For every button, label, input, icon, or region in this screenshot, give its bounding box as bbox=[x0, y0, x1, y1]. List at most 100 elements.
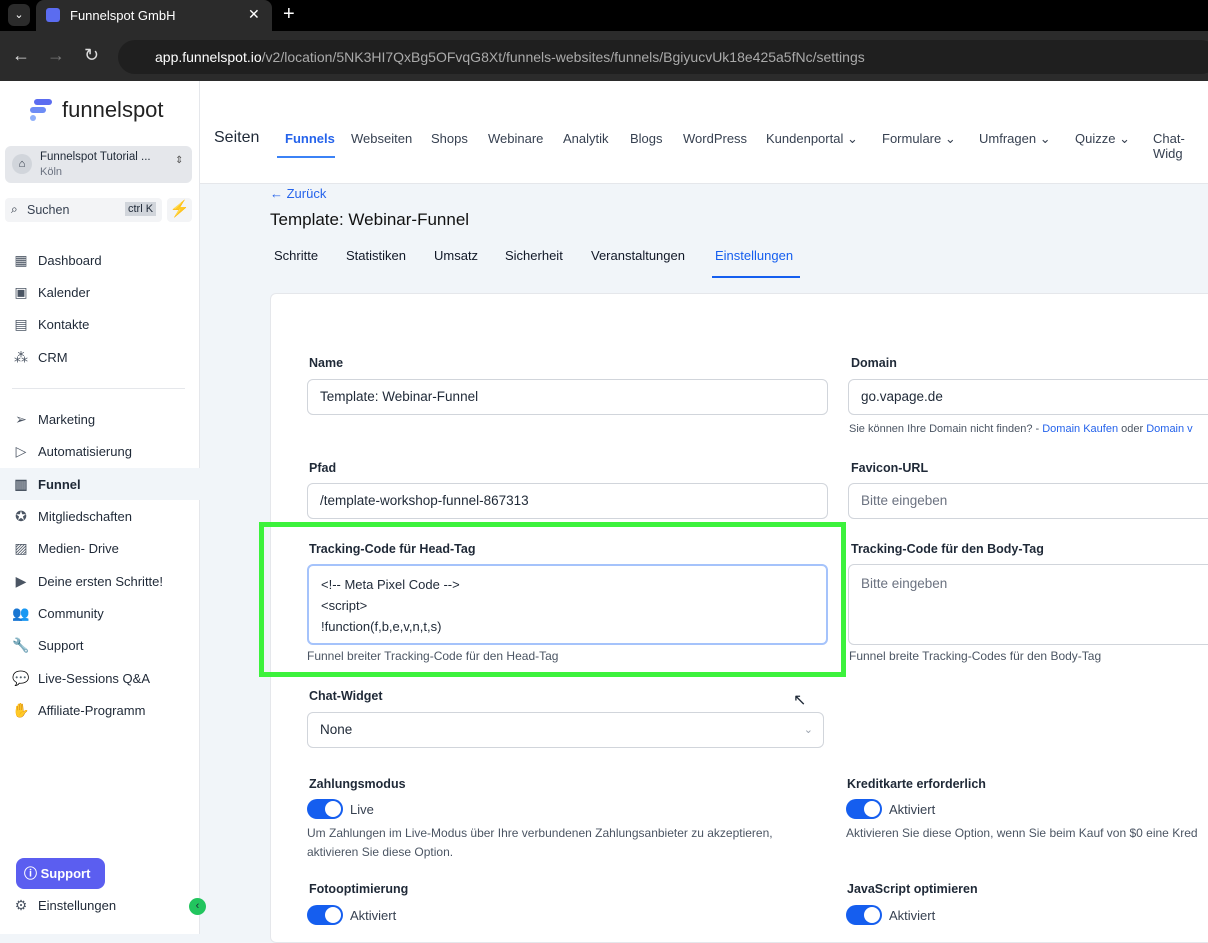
section-title: Seiten bbox=[214, 129, 260, 146]
body-tracking-textarea[interactable]: Bitte eingeben bbox=[848, 564, 1208, 645]
sidebar-item-dashboard[interactable]: ▦ Dashboard bbox=[0, 244, 200, 276]
topnav-tab-umfragen[interactable]: Umfragen ⌄ bbox=[979, 131, 1051, 147]
account-city: Köln bbox=[40, 166, 63, 178]
grid-icon: ▦ bbox=[14, 251, 28, 268]
automation-icon: ▷ bbox=[15, 442, 27, 459]
tab-einstellungen[interactable]: Einstellungen bbox=[715, 248, 793, 263]
topnav-tab-label: Chat-Widg bbox=[1153, 131, 1185, 161]
sidebar-item-label: Dashboard bbox=[38, 252, 102, 268]
js-optimization-value: Aktiviert bbox=[889, 908, 936, 923]
logo: funnelspot bbox=[62, 97, 164, 122]
badge-icon: ✪ bbox=[15, 507, 27, 524]
topnav-tab-label: Formulare bbox=[882, 131, 942, 146]
code-line: <script> bbox=[321, 598, 368, 613]
buy-domain-link[interactable]: Domain Kaufen bbox=[1042, 423, 1118, 435]
topnav-tab-chat-widg[interactable]: Chat-Widg bbox=[1153, 131, 1208, 161]
tab-title: Funnelspot GmbH bbox=[70, 8, 176, 23]
sidebar-item-medien-drive[interactable]: ▨ Medien- Drive bbox=[0, 532, 200, 564]
tab-umsatz[interactable]: Umsatz bbox=[434, 248, 478, 263]
topnav-tab-label: Analytik bbox=[563, 131, 609, 146]
payment-mode-toggle[interactable] bbox=[307, 799, 343, 819]
sidebar-item-label: Deine ersten Schritte! bbox=[38, 573, 164, 589]
sidebar-item-label: Mitgliedschaften bbox=[38, 508, 132, 524]
topnav-tab-shops[interactable]: Shops bbox=[431, 131, 468, 146]
sidebar-item-live-sessions-q-a[interactable]: 💬 Live-Sessions Q&A bbox=[0, 662, 200, 694]
path-input[interactable]: /template-workshop-funnel-867313 bbox=[307, 483, 828, 519]
name-label: Name bbox=[309, 356, 344, 370]
location-icon: ⌂ bbox=[12, 154, 32, 174]
topnav-tab-label: Kundenportal bbox=[766, 131, 844, 146]
topnav-tab-webseiten[interactable]: Webseiten bbox=[351, 131, 412, 146]
topnav-tab-label: Blogs bbox=[630, 131, 663, 146]
contacts-icon: ▤ bbox=[14, 315, 28, 332]
credit-card-help: Aktivieren Sie diese Option, wenn Sie be… bbox=[846, 826, 1198, 840]
reload-icon[interactable]: ↻ bbox=[84, 45, 99, 66]
sidebar: funnelspot ⌂ Funnelspot Tutorial ... Köl… bbox=[0, 81, 206, 934]
topnav-tab-webinare[interactable]: Webinare bbox=[488, 131, 543, 146]
send-icon: ➢ bbox=[15, 410, 27, 427]
topnav-tab-formulare[interactable]: Formulare ⌄ bbox=[882, 131, 956, 147]
support-button[interactable]: ⓘ Support bbox=[16, 858, 105, 889]
sidebar-item-label: Funnel bbox=[38, 476, 81, 492]
favicon-input[interactable]: Bitte eingeben bbox=[848, 483, 1208, 519]
search-button[interactable]: ⌕ Suchen ctrl K bbox=[5, 198, 162, 222]
account-switcher[interactable]: ⌂ Funnelspot Tutorial ... Köln ⇕ bbox=[5, 146, 192, 183]
sidebar-item-affiliate-programm[interactable]: ✋ Affiliate-Programm bbox=[0, 694, 200, 726]
collapse-sidebar-icon[interactable]: ‹ bbox=[189, 898, 206, 915]
sidebar-item-kontakte[interactable]: ▤ Kontakte bbox=[0, 308, 200, 340]
domain-link[interactable]: Domain v bbox=[1146, 423, 1192, 435]
sidebar-item-kalender[interactable]: ▣ Kalender bbox=[0, 276, 200, 308]
payment-mode-help: Um Zahlungen im Live-Modus über Ihre ver… bbox=[307, 826, 773, 840]
back-icon[interactable]: ← bbox=[12, 45, 30, 66]
sidebar-item-marketing[interactable]: ➢ Marketing bbox=[0, 403, 200, 435]
close-tab-icon[interactable]: ✕ bbox=[248, 6, 260, 23]
sidebar-item-label: Automatisierung bbox=[38, 443, 132, 459]
name-input[interactable]: Template: Webinar-Funnel bbox=[307, 379, 828, 415]
js-optimization-toggle[interactable] bbox=[846, 905, 882, 925]
new-tab-button[interactable]: + bbox=[283, 3, 295, 26]
tab-schritte[interactable]: Schritte bbox=[274, 248, 318, 263]
topnav-tab-label: WordPress bbox=[683, 131, 748, 146]
topnav-tab-label: Webinare bbox=[488, 131, 544, 146]
active-tab-underline bbox=[277, 156, 335, 158]
sidebar-item-deine-ersten-schritte-[interactable]: ▶ Deine ersten Schritte! bbox=[0, 565, 200, 597]
domain-select[interactable]: go.vapage.de bbox=[848, 379, 1208, 415]
chat-widget-select[interactable]: None ⌄ bbox=[307, 712, 824, 748]
quick-action-icon[interactable]: ⚡ bbox=[167, 198, 192, 222]
tab-statistiken[interactable]: Statistiken bbox=[346, 248, 406, 263]
support-label: Support bbox=[40, 866, 91, 881]
photo-optimization-toggle[interactable] bbox=[307, 905, 343, 925]
chevron-down-icon: ⌄ bbox=[944, 131, 956, 146]
topnav-tab-blogs[interactable]: Blogs bbox=[630, 131, 663, 146]
search-icon: ⌕ bbox=[11, 202, 18, 216]
sidebar-item-mitgliedschaften[interactable]: ✪ Mitgliedschaften bbox=[0, 500, 200, 532]
tab-list-button[interactable]: ⌄ bbox=[8, 4, 30, 26]
topnav-tab-kundenportal[interactable]: Kundenportal ⌄ bbox=[766, 131, 858, 147]
tab-sicherheit[interactable]: Sicherheit bbox=[505, 248, 563, 263]
topnav-tab-funnels[interactable]: Funnels bbox=[285, 131, 335, 146]
browser-tab[interactable]: Funnelspot GmbH ✕ bbox=[36, 0, 272, 31]
chat-widget-value: None bbox=[320, 722, 353, 737]
sidebar-item-funnel[interactable]: ▥ Funnel bbox=[0, 468, 200, 500]
topnav-tab-label: Umfragen bbox=[979, 131, 1037, 146]
head-tracking-textarea[interactable]: <!-- Meta Pixel Code --> <script> !funct… bbox=[307, 564, 828, 645]
sidebar-item-support[interactable]: 🔧 Support bbox=[0, 629, 200, 661]
address-bar[interactable]: app.funnelspot.io/v2/location/5NK3HI7QxB… bbox=[118, 40, 1208, 74]
topnav-tab-wordpress[interactable]: WordPress bbox=[683, 131, 747, 146]
tab-veranstaltungen[interactable]: Veranstaltungen bbox=[591, 248, 685, 263]
forward-icon[interactable]: → bbox=[47, 45, 65, 66]
sidebar-item-label: Kontakte bbox=[38, 316, 90, 332]
sidebar-item-settings[interactable]: ⚙ Einstellungen bbox=[0, 889, 200, 921]
sidebar-item-crm[interactable]: ⁂ CRM bbox=[0, 341, 200, 373]
credit-card-toggle[interactable] bbox=[846, 799, 882, 819]
back-link[interactable]: ← Zurück bbox=[270, 186, 326, 201]
topnav-tab-label: Shops bbox=[431, 131, 468, 146]
search-label: Suchen bbox=[27, 203, 70, 217]
topnav-tab-analytik[interactable]: Analytik bbox=[563, 131, 609, 146]
sidebar-item-automatisierung[interactable]: ▷ Automatisierung bbox=[0, 435, 200, 467]
topnav-tab-quizze[interactable]: Quizze ⌄ bbox=[1075, 131, 1130, 147]
play-icon: ▶ bbox=[15, 572, 27, 589]
domain-help-text: Sie können Ihre Domain nicht finden? - bbox=[849, 423, 1040, 435]
sidebar-item-community[interactable]: 👥 Community bbox=[0, 597, 200, 629]
head-tracking-help: Funnel breiter Tracking-Code für den Hea… bbox=[307, 649, 559, 663]
